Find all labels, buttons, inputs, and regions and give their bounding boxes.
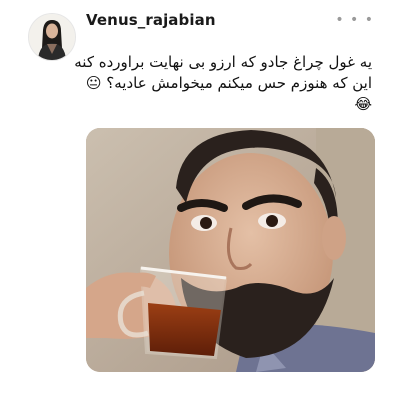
avatar-image xyxy=(29,14,75,60)
username[interactable]: Venus_rajabian xyxy=(86,11,216,29)
tweet-text-line-1: یه غول چراغ جادو که ارزو بی نهایت براورد… xyxy=(74,53,372,71)
tweet-card: Venus_rajabian • • • یه غول چراغ جادو که… xyxy=(0,0,400,400)
tweet-text: یه غول چراغ جادو که ارزو بی نهایت براورد… xyxy=(72,52,372,115)
tweet-text-line-2: این که هنوزم حس میکنم میخوامش عادیه؟ 😐 xyxy=(72,73,372,94)
tears-of-joy-emoji: 😂 xyxy=(354,95,372,113)
neutral-face-emoji: 😐 xyxy=(85,74,102,92)
photo-illustration xyxy=(86,128,375,372)
more-horizontal-icon[interactable]: • • • xyxy=(335,12,374,28)
tweet-media-photo[interactable] xyxy=(86,128,375,372)
avatar[interactable] xyxy=(28,13,76,61)
tweet-text-line-3: 😂 xyxy=(72,94,372,115)
tweet-text-line-2-text: این که هنوزم حس میکنم میخوامش عادیه؟ xyxy=(106,74,372,92)
